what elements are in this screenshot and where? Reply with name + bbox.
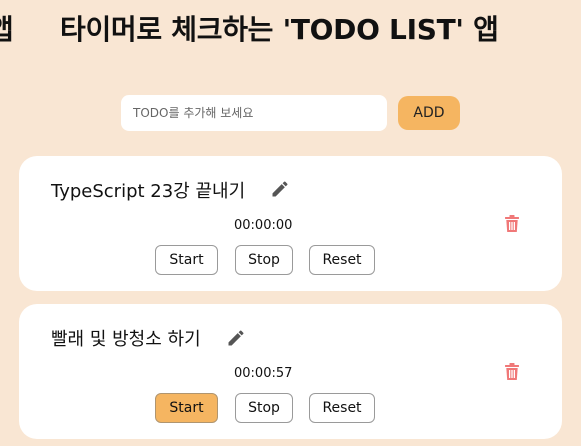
timer-display: 00:00:00 [234, 218, 293, 233]
title-fragment: 앱 [0, 13, 14, 46]
todo-input[interactable] [121, 95, 387, 131]
edit-icon[interactable] [269, 178, 291, 200]
stop-button[interactable]: Stop [235, 393, 293, 423]
start-button[interactable]: Start [155, 245, 218, 275]
trash-icon[interactable] [502, 362, 522, 382]
todo-text: 빨래 및 방청소 하기 [51, 329, 201, 350]
todo-card: TypeScript 23강 끝내기 00:00:00 Start Stop R… [19, 156, 562, 291]
stop-button[interactable]: Stop [235, 245, 293, 275]
app-root: 앱 타이머로 체크하는 'TODO LIST' 앱 ADD TypeScript… [0, 0, 581, 446]
todo-card: 빨래 및 방청소 하기 00:00:57 Start Stop Reset [19, 304, 562, 439]
timer-display: 00:00:57 [234, 366, 293, 381]
todo-text: TypeScript 23강 끝내기 [51, 181, 246, 202]
reset-button[interactable]: Reset [309, 245, 375, 275]
page-title: 타이머로 체크하는 'TODO LIST' 앱 [60, 13, 499, 46]
start-button[interactable]: Start [155, 393, 218, 423]
reset-button[interactable]: Reset [309, 393, 375, 423]
add-button[interactable]: ADD [398, 96, 460, 130]
trash-icon[interactable] [502, 214, 522, 234]
edit-icon[interactable] [225, 327, 247, 349]
